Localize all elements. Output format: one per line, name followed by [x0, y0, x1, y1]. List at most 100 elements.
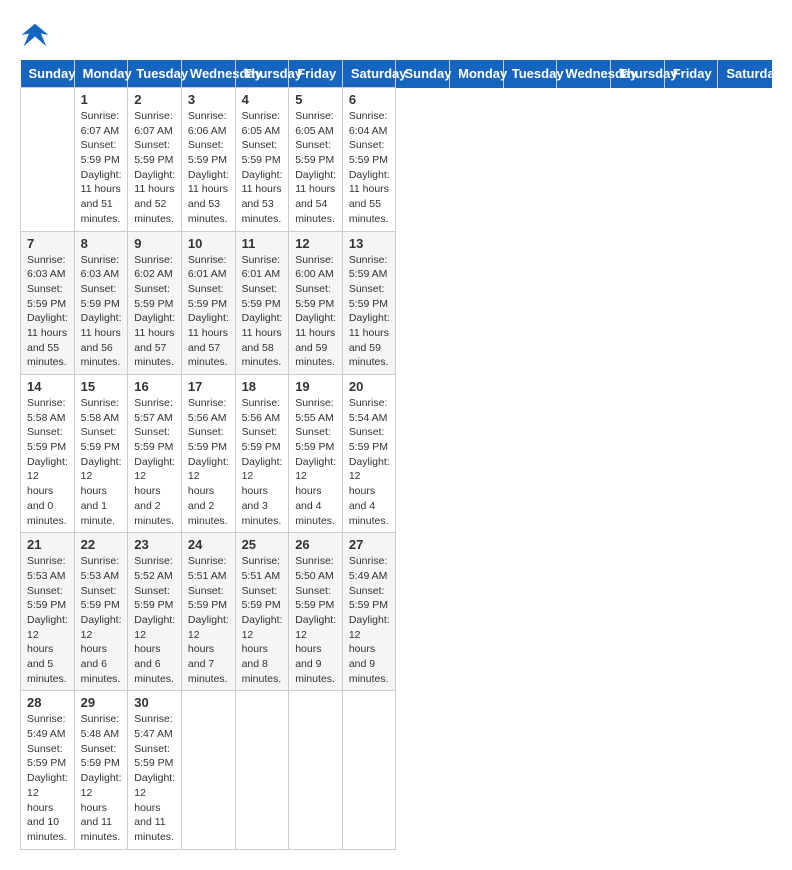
- day-info: Sunrise: 6:02 AMSunset: 5:59 PMDaylight:…: [134, 253, 175, 371]
- day-number: 2: [134, 92, 175, 107]
- calendar-cell: 15 Sunrise: 5:58 AMSunset: 5:59 PMDayligh…: [74, 375, 128, 533]
- day-info: Sunrise: 5:58 AMSunset: 5:59 PMDaylight:…: [81, 396, 122, 528]
- calendar-cell: 5 Sunrise: 6:05 AMSunset: 5:59 PMDaylight…: [289, 88, 343, 232]
- day-number: 4: [242, 92, 283, 107]
- calendar-cell: 4Sunrise: 6:05 AMSunset: 5:59 PMDaylight…: [235, 88, 289, 232]
- day-info: Sunrise: 6:03 AMSunset: 5:59 PMDaylight:…: [27, 253, 68, 371]
- calendar-table: SundayMondayTuesdayWednesdayThursdayFrid…: [20, 60, 772, 850]
- calendar-cell: 17 Sunrise: 5:56 AMSunset: 5:59 PMDayligh…: [181, 375, 235, 533]
- calendar-cell: 12 Sunrise: 6:00 AMSunset: 5:59 PMDayligh…: [289, 231, 343, 375]
- calendar-cell: 6 Sunrise: 6:04 AMSunset: 5:59 PMDaylight…: [342, 88, 396, 232]
- day-number: 1: [81, 92, 122, 107]
- calendar-week-row: 1 Sunrise: 6:07 AMSunset: 5:59 PMDaylight…: [21, 88, 772, 232]
- column-header-saturday: Saturday: [718, 60, 772, 88]
- column-header-tuesday: Tuesday: [128, 60, 182, 88]
- day-number: 11: [242, 236, 283, 251]
- calendar-cell: [235, 691, 289, 849]
- calendar-cell: 11 Sunrise: 6:01 AMSunset: 5:59 PMDayligh…: [235, 231, 289, 375]
- calendar-cell: 3 Sunrise: 6:06 AMSunset: 5:59 PMDaylight…: [181, 88, 235, 232]
- day-number: 28: [27, 695, 68, 710]
- day-info: Sunrise: 5:58 AMSunset: 5:59 PMDaylight:…: [27, 396, 68, 528]
- calendar-cell: 7 Sunrise: 6:03 AMSunset: 5:59 PMDaylight…: [21, 231, 75, 375]
- day-info: Sunrise: 5:49 AMSunset: 5:59 PMDaylight:…: [349, 554, 390, 686]
- day-number: 5: [295, 92, 336, 107]
- day-number: 16: [134, 379, 175, 394]
- day-info: Sunrise: 6:01 AMSunset: 5:59 PMDaylight:…: [188, 253, 229, 371]
- day-number: 6: [349, 92, 390, 107]
- day-info: Sunrise: 5:53 AMSunset: 5:59 PMDaylight:…: [81, 554, 122, 686]
- calendar-cell: 9 Sunrise: 6:02 AMSunset: 5:59 PMDaylight…: [128, 231, 182, 375]
- calendar-header-row: SundayMondayTuesdayWednesdayThursdayFrid…: [21, 60, 772, 88]
- day-number: 19: [295, 379, 336, 394]
- calendar-cell: 1 Sunrise: 6:07 AMSunset: 5:59 PMDaylight…: [74, 88, 128, 232]
- calendar-cell: [289, 691, 343, 849]
- calendar-cell: 28 Sunrise: 5:49 AMSunset: 5:59 PMDayligh…: [21, 691, 75, 849]
- day-number: 30: [134, 695, 175, 710]
- column-header-wednesday: Wednesday: [181, 60, 235, 88]
- day-info: Sunrise: 5:47 AMSunset: 5:59 PMDaylight:…: [134, 712, 175, 844]
- calendar-cell: 10 Sunrise: 6:01 AMSunset: 5:59 PMDayligh…: [181, 231, 235, 375]
- column-header-friday: Friday: [289, 60, 343, 88]
- day-info: Sunrise: 6:03 AMSunset: 5:59 PMDaylight:…: [81, 253, 122, 371]
- logo-icon: [20, 20, 50, 50]
- calendar-week-row: 7 Sunrise: 6:03 AMSunset: 5:59 PMDaylight…: [21, 231, 772, 375]
- day-info: Sunrise: 5:50 AMSunset: 5:59 PMDaylight:…: [295, 554, 336, 686]
- calendar-cell: 18 Sunrise: 5:56 AMSunset: 5:59 PMDayligh…: [235, 375, 289, 533]
- day-number: 14: [27, 379, 68, 394]
- column-header-thursday: Thursday: [235, 60, 289, 88]
- day-number: 25: [242, 537, 283, 552]
- calendar-week-row: 28 Sunrise: 5:49 AMSunset: 5:59 PMDayligh…: [21, 691, 772, 849]
- day-info: Sunrise: 5:49 AMSunset: 5:59 PMDaylight:…: [27, 712, 68, 844]
- day-info: Sunrise: 6:05 AMSunset: 5:59 PMDaylight:…: [295, 109, 336, 227]
- calendar-week-row: 14 Sunrise: 5:58 AMSunset: 5:59 PMDayligh…: [21, 375, 772, 533]
- column-header-saturday: Saturday: [342, 60, 396, 88]
- column-header-friday: Friday: [664, 60, 718, 88]
- day-number: 22: [81, 537, 122, 552]
- day-number: 10: [188, 236, 229, 251]
- logo: [20, 20, 54, 50]
- day-info: Sunrise: 5:52 AMSunset: 5:59 PMDaylight:…: [134, 554, 175, 686]
- day-number: 13: [349, 236, 390, 251]
- day-number: 20: [349, 379, 390, 394]
- day-info: Sunrise: 5:55 AMSunset: 5:59 PMDaylight:…: [295, 396, 336, 528]
- day-number: 18: [242, 379, 283, 394]
- calendar-cell: 16 Sunrise: 5:57 AMSunset: 5:59 PMDayligh…: [128, 375, 182, 533]
- day-number: 12: [295, 236, 336, 251]
- calendar-cell: [21, 88, 75, 232]
- day-number: 26: [295, 537, 336, 552]
- column-header-tuesday: Tuesday: [503, 60, 557, 88]
- day-info: Sunrise: 5:59 AMSunset: 5:59 PMDaylight:…: [349, 253, 390, 371]
- day-info: Sunrise: 5:56 AMSunset: 5:59 PMDaylight:…: [242, 396, 283, 528]
- day-info: Sunrise: 6:04 AMSunset: 5:59 PMDaylight:…: [349, 109, 390, 227]
- day-number: 24: [188, 537, 229, 552]
- day-number: 27: [349, 537, 390, 552]
- day-info: Sunrise: 6:06 AMSunset: 5:59 PMDaylight:…: [188, 109, 229, 227]
- day-number: 7: [27, 236, 68, 251]
- day-number: 3: [188, 92, 229, 107]
- day-info: Sunrise: 6:01 AMSunset: 5:59 PMDaylight:…: [242, 253, 283, 371]
- calendar-cell: 14 Sunrise: 5:58 AMSunset: 5:59 PMDayligh…: [21, 375, 75, 533]
- day-number: 15: [81, 379, 122, 394]
- day-info: Sunrise: 6:00 AMSunset: 5:59 PMDaylight:…: [295, 253, 336, 371]
- day-info: Sunrise: 6:07 AMSunset: 5:59 PMDaylight:…: [81, 109, 122, 227]
- day-number: 17: [188, 379, 229, 394]
- day-info: Sunrise: 5:53 AMSunset: 5:59 PMDaylight:…: [27, 554, 68, 686]
- calendar-cell: [181, 691, 235, 849]
- calendar-cell: 29Sunrise: 5:48 AMSunset: 5:59 PMDayligh…: [74, 691, 128, 849]
- calendar-cell: 8 Sunrise: 6:03 AMSunset: 5:59 PMDaylight…: [74, 231, 128, 375]
- day-info: Sunrise: 6:07 AMSunset: 5:59 PMDaylight:…: [134, 109, 175, 227]
- column-header-sunday: Sunday: [396, 60, 450, 88]
- day-info: Sunrise: 5:57 AMSunset: 5:59 PMDaylight:…: [134, 396, 175, 528]
- calendar-cell: 2 Sunrise: 6:07 AMSunset: 5:59 PMDaylight…: [128, 88, 182, 232]
- day-number: 23: [134, 537, 175, 552]
- calendar-cell: [342, 691, 396, 849]
- column-header-wednesday: Wednesday: [557, 60, 611, 88]
- page-header: [20, 20, 772, 50]
- day-info: Sunrise: 5:56 AMSunset: 5:59 PMDaylight:…: [188, 396, 229, 528]
- column-header-monday: Monday: [450, 60, 504, 88]
- calendar-cell: 19 Sunrise: 5:55 AMSunset: 5:59 PMDayligh…: [289, 375, 343, 533]
- day-number: 8: [81, 236, 122, 251]
- day-number: 9: [134, 236, 175, 251]
- day-info: Sunrise: 5:54 AMSunset: 5:59 PMDaylight:…: [349, 396, 390, 528]
- calendar-cell: 13 Sunrise: 5:59 AMSunset: 5:59 PMDayligh…: [342, 231, 396, 375]
